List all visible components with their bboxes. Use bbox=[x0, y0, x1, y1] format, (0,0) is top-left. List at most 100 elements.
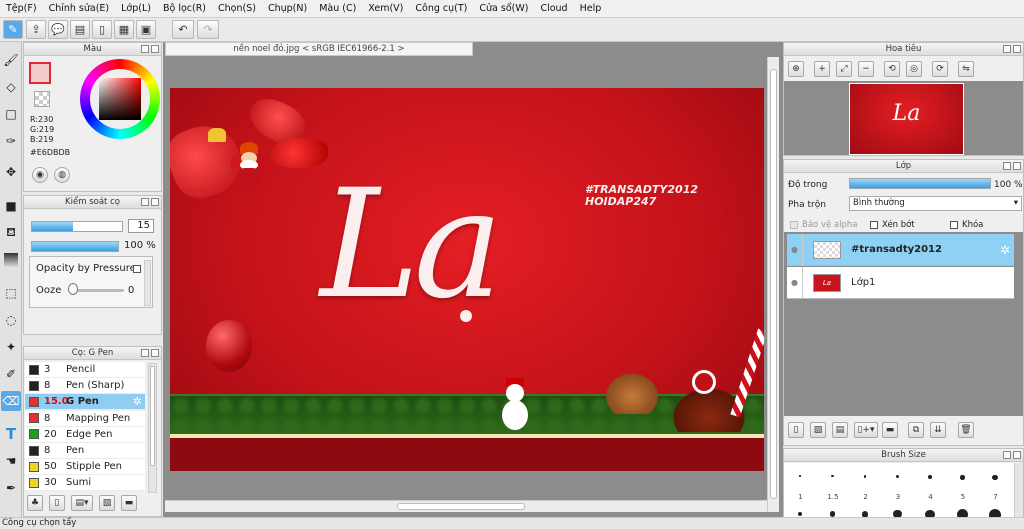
eyedropper-icon[interactable]: ✑ bbox=[1, 131, 21, 151]
rotate-reset-icon[interactable]: ◎ bbox=[906, 61, 922, 77]
brush-item[interactable]: 8 Mapping Pen bbox=[25, 410, 145, 427]
move-icon[interactable]: ✥ bbox=[1, 162, 21, 182]
zoom-reset-icon[interactable]: ⤢ bbox=[836, 61, 852, 77]
document-canvas[interactable]: La #TRANSADTY2012 HOIDAP247 bbox=[170, 88, 764, 471]
new-brush-icon[interactable]: ▯ bbox=[49, 495, 65, 511]
brush-item[interactable]: 3 Pencil bbox=[25, 362, 145, 378]
gear-icon[interactable]: ✲ bbox=[133, 395, 142, 408]
options-scrollbar[interactable] bbox=[144, 260, 151, 306]
visibility-icon[interactable]: ● bbox=[787, 266, 803, 299]
layer-row-image[interactable]: ● La Lớp1 bbox=[787, 266, 1014, 299]
select-eraser-icon[interactable]: ⌫ bbox=[1, 391, 21, 411]
clip-checkbox[interactable] bbox=[870, 221, 878, 229]
undo-icon[interactable]: ↶ bbox=[172, 20, 194, 39]
menu-item-6[interactable]: Màu (C) bbox=[313, 0, 362, 18]
text-icon[interactable]: T bbox=[1, 424, 21, 444]
brush-size-cell[interactable]: 7 bbox=[979, 463, 1012, 522]
zoom-out-icon[interactable]: − bbox=[858, 61, 874, 77]
vertical-scrollbar[interactable] bbox=[767, 57, 779, 512]
menu-item-5[interactable]: Chụp(N) bbox=[262, 0, 313, 18]
new-text-layer-icon[interactable]: ▤ bbox=[832, 422, 848, 438]
main-lettering[interactable]: La bbox=[320, 150, 530, 340]
brush-item[interactable]: 15.0 G Pen ✲ bbox=[25, 394, 145, 411]
ooze-slider[interactable] bbox=[70, 289, 124, 292]
brush-opacity-slider[interactable] bbox=[31, 241, 119, 252]
document-tab[interactable]: nền noel đỏ.jpg < sRGB IEC61966-2.1 > bbox=[165, 42, 473, 56]
select-rect-icon[interactable]: ⬚ bbox=[1, 283, 21, 303]
menu-item-1[interactable]: Chỉnh sửa(E) bbox=[43, 0, 116, 18]
brush-size-cell[interactable]: 2 bbox=[849, 463, 882, 518]
open-icon[interactable]: ⇪ bbox=[26, 20, 46, 39]
add-brush-icon[interactable]: ♣ bbox=[27, 495, 43, 511]
rotate-left-icon[interactable]: ⟲ bbox=[884, 61, 900, 77]
select-pen-icon[interactable]: ✐ bbox=[1, 364, 21, 384]
eraser-icon[interactable]: ◇ bbox=[1, 77, 21, 97]
comment-icon[interactable]: ▤ bbox=[70, 20, 90, 39]
hand-icon[interactable]: ☚ bbox=[1, 451, 21, 471]
brush-size-cell[interactable]: 1 bbox=[784, 463, 817, 517]
trash-icon[interactable]: 🗑 bbox=[958, 422, 974, 438]
gradient-icon[interactable] bbox=[1, 250, 21, 270]
document-icon[interactable]: ▯ bbox=[92, 20, 112, 39]
brush-item[interactable]: 8 Pen bbox=[25, 443, 145, 459]
bucket-icon[interactable]: ⛾ bbox=[1, 223, 21, 243]
chat-icon[interactable]: 💬 bbox=[48, 20, 68, 39]
rotate-right-icon[interactable]: ⟳ bbox=[932, 61, 948, 77]
brush-size-slider[interactable] bbox=[31, 221, 123, 232]
copy-layer-icon[interactable]: ⧉ bbox=[908, 422, 924, 438]
zoom-fit-icon[interactable]: ⊕ bbox=[788, 61, 804, 77]
brush-size-cell[interactable]: 4 bbox=[914, 463, 947, 520]
blend-mode-select[interactable]: Bình thường ▾ bbox=[849, 196, 1022, 211]
gear-icon[interactable]: ✲ bbox=[1000, 243, 1010, 257]
menu-item-7[interactable]: Xem(V) bbox=[362, 0, 409, 18]
zoom-in-icon[interactable]: + bbox=[814, 61, 830, 77]
new-layer-icon[interactable]: ▯ bbox=[788, 422, 804, 438]
menu-item-9[interactable]: Cửa sổ(W) bbox=[473, 0, 534, 18]
pen-icon[interactable]: ✒ bbox=[1, 478, 21, 498]
menu-item-2[interactable]: Lớp(L) bbox=[115, 0, 157, 18]
menu-item-0[interactable]: Tệp(F) bbox=[0, 0, 43, 18]
export-icon[interactable]: ▣ bbox=[136, 20, 156, 39]
brush-item[interactable]: 50 Stipple Pen bbox=[25, 459, 145, 476]
brush-settings-icon[interactable]: ▧ bbox=[99, 495, 115, 511]
brush-icon[interactable]: 🖌 bbox=[1, 50, 21, 70]
new-vector-layer-icon[interactable]: ▧ bbox=[810, 422, 826, 438]
layer-opacity-slider[interactable] bbox=[849, 178, 991, 189]
transparent-color-swatch[interactable] bbox=[34, 91, 50, 107]
visibility-icon[interactable]: ● bbox=[787, 233, 803, 266]
brush-list-scrollbar[interactable] bbox=[148, 363, 157, 493]
protect-alpha-checkbox[interactable] bbox=[790, 221, 798, 229]
opacity-by-pressure-checkbox[interactable] bbox=[133, 265, 141, 273]
magic-wand-icon[interactable]: ✦ bbox=[1, 337, 21, 357]
brush-size-input[interactable]: 15 bbox=[128, 219, 154, 233]
menu-item-10[interactable]: Cloud bbox=[534, 0, 573, 18]
brush-size-cell[interactable]: 3 bbox=[882, 463, 915, 519]
menu-item-3[interactable]: Bộ lọc(R) bbox=[157, 0, 212, 18]
lock-checkbox[interactable] bbox=[950, 221, 958, 229]
redo-icon[interactable]: ↷ bbox=[197, 20, 219, 39]
brush-size-scrollbar[interactable] bbox=[1014, 463, 1023, 517]
add-layer-menu-icon[interactable]: ▯+▾ bbox=[854, 422, 878, 438]
brush-menu-icon[interactable]: ▤▾ bbox=[71, 495, 93, 511]
merge-layer-icon[interactable]: ⇊ bbox=[930, 422, 946, 438]
hue-ring[interactable] bbox=[80, 59, 160, 139]
new-folder-icon[interactable]: ▬ bbox=[882, 422, 898, 438]
brush-size-cell[interactable]: 5 bbox=[947, 463, 980, 521]
menu-item-11[interactable]: Help bbox=[574, 0, 608, 18]
navigator-view[interactable]: La bbox=[784, 81, 1023, 155]
layer-row-text[interactable]: ● #transadty2012 ✲ bbox=[787, 233, 1014, 266]
flip-icon[interactable]: ⇋ bbox=[958, 61, 974, 77]
horizontal-scrollbar[interactable] bbox=[165, 500, 767, 512]
pen-tablet-icon[interactable]: ✎ bbox=[3, 20, 23, 39]
brush-item[interactable]: 20 Edge Pen bbox=[25, 426, 145, 443]
rect-fill-icon[interactable]: ■ bbox=[1, 196, 21, 216]
rectangle-icon[interactable]: □ bbox=[1, 104, 21, 124]
menu-item-4[interactable]: Chọn(S) bbox=[212, 0, 262, 18]
brush-item[interactable]: 30 Sumi bbox=[25, 475, 145, 492]
lasso-icon[interactable]: ◌ bbox=[1, 310, 21, 330]
watermark-tag[interactable]: #TRANSADTY2012 HOIDAP247 bbox=[585, 184, 698, 208]
brush-size-cell[interactable]: 1.5 bbox=[817, 463, 850, 517]
grid-icon[interactable]: ▦ bbox=[114, 20, 134, 39]
brush-item[interactable]: 8 Pen (Sharp) bbox=[25, 378, 145, 395]
saturation-square[interactable] bbox=[99, 78, 141, 120]
